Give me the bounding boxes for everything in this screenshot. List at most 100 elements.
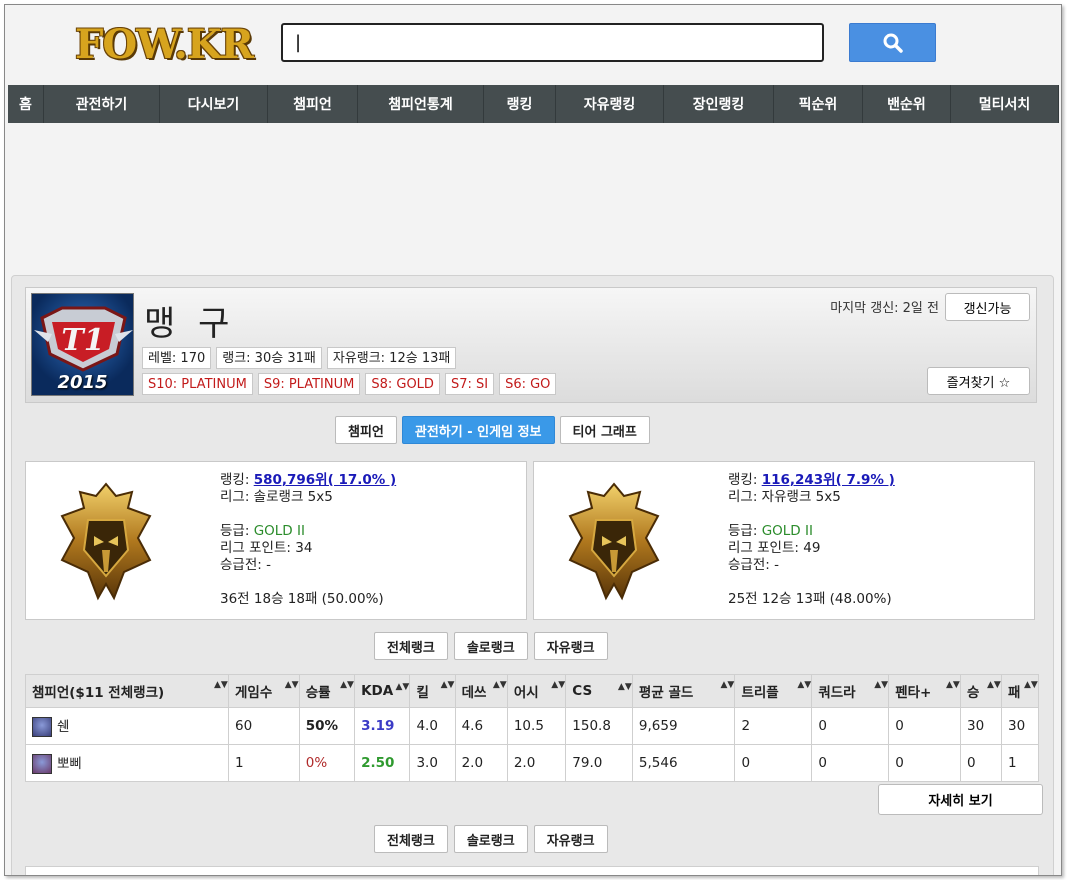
summoner-name: 맹 구: [144, 304, 236, 344]
champion-filter-row: 전체랭크 솔로랭크 자유랭크: [374, 632, 608, 660]
cell-winrate: 0%: [298, 744, 356, 782]
column-header[interactable]: 트리플 ▲▼: [734, 674, 813, 708]
cell-losses: 30: [1000, 707, 1040, 745]
sort-arrows-icon: ▲▼: [492, 680, 507, 690]
tab-tier-graph[interactable]: 티어 그래프: [559, 416, 650, 444]
cell-deaths: 2.0: [454, 744, 508, 782]
solo-tier-label: 등급:: [220, 523, 254, 539]
column-header-label: 트리플: [741, 685, 779, 701]
table-row[interactable]: 뽀삐 1 0% 2.50 3.0 2.0 2.0 79.0 5,546 0 0 0 0 1: [25, 744, 1040, 782]
nav-item[interactable]: 픽순위: [774, 85, 863, 123]
favorite-button[interactable]: 즐겨찾기 ☆: [927, 367, 1030, 395]
nav-item[interactable]: 장인랭킹: [664, 85, 774, 123]
lower-filter-flex-rank-button[interactable]: 자유랭크: [533, 825, 608, 853]
main-nav: 홈 관전하기 다시보기 챔피언 챔피언통계 랭킹 자유랭킹 장인랭킹 픽순위 밴순위 멀티서치: [8, 85, 1059, 123]
sort-arrows-icon: ▲▼: [986, 680, 1001, 690]
solo-ranking-label: 랭킹:: [220, 472, 254, 488]
ad-space: [5, 123, 1061, 275]
summoner-container: T1 2015 맹 구 레벨: 170 랭크: 30승 31패 자유랭크: 12…: [11, 275, 1054, 875]
season-tier-chip: S7: SI: [444, 373, 495, 395]
column-header[interactable]: 게임수 ▲▼: [228, 674, 300, 708]
column-header[interactable]: CS ▲▼: [565, 674, 633, 708]
lower-filter-solo-rank-button[interactable]: 솔로랭크: [453, 825, 528, 853]
site-logo[interactable]: FOW.KR: [75, 21, 254, 68]
refresh-button[interactable]: 갱신가능: [945, 293, 1030, 321]
season-tier-chip: S10: PLATINUM: [142, 373, 253, 395]
cell-assists: 10.5: [506, 707, 567, 745]
column-header[interactable]: 평균 골드 ▲▼: [631, 674, 736, 708]
site-header: FOW.KR: [5, 5, 1061, 85]
column-header-label: 킬: [416, 685, 429, 701]
gold-tier-emblem-icon: [568, 482, 660, 601]
cell-triple: 0: [734, 744, 813, 782]
column-header[interactable]: 쿼드라 ▲▼: [811, 674, 890, 708]
nav-item[interactable]: 관전하기: [44, 85, 160, 123]
sort-arrows-icon: ▲▼: [395, 682, 410, 692]
cell-champion: 뽀삐: [25, 744, 229, 782]
flex-promo: 승급전: -: [728, 557, 779, 573]
nav-item[interactable]: 챔피언통계: [358, 85, 484, 123]
cell-kda: 2.50: [354, 744, 411, 782]
tab-ingame-info[interactable]: 관전하기 - 인게임 정보: [401, 416, 555, 444]
cell-champion: 쉔: [25, 707, 229, 745]
browser-frame: FOW.KR 홈관전하기다시보기챔피언챔피언통계랭킹자유랭킹장인랭킹픽순위밴순위…: [4, 4, 1062, 876]
filter-flex-rank-button[interactable]: 자유랭크: [533, 632, 608, 660]
champion-name[interactable]: 쉔: [57, 719, 69, 735]
solo-promo: 승급전: -: [220, 557, 271, 573]
lower-filter-row: 전체랭크 솔로랭크 자유랭크: [374, 825, 608, 853]
profile-icon-year: 2015: [57, 372, 108, 393]
flex-rank-info: 랭킹: 116,243위( 7.9% ) 리그: 자유랭크 5x5 등급: GO…: [728, 472, 895, 608]
cell-quadra: 0: [811, 707, 890, 745]
filter-solo-rank-button[interactable]: 솔로랭크: [453, 632, 528, 660]
solo-ranking-link[interactable]: 580,796위( 17.0% ): [254, 472, 396, 488]
cell-penta: 0: [888, 744, 961, 782]
search-button[interactable]: [849, 23, 936, 62]
table-row[interactable]: 쉔 60 50% 3.19 4.0 4.6 10.5 150.8 9,659 2 0 0 30 30: [25, 707, 1040, 745]
column-header[interactable]: 킬 ▲▼: [409, 674, 456, 708]
column-header[interactable]: 승 ▲▼: [959, 674, 1002, 708]
flex-tier-label: 등급:: [728, 523, 762, 539]
nav-item[interactable]: 멀티서치: [951, 85, 1059, 123]
nav-item[interactable]: 다시보기: [160, 85, 268, 123]
tab-champion[interactable]: 챔피언: [335, 416, 397, 444]
champion-portrait-icon[interactable]: [32, 717, 52, 737]
view-details-button[interactable]: 자세히 보기: [878, 784, 1043, 815]
filter-all-rank-button[interactable]: 전체랭크: [374, 632, 448, 660]
rank-record-chip: 랭크: 30승 31패: [216, 347, 322, 369]
flex-ranking-link[interactable]: 116,243위( 7.9% ): [762, 472, 895, 488]
column-header-label: 게임수: [235, 685, 273, 701]
nav-item[interactable]: 챔피언: [268, 85, 358, 123]
flex-tier-value: GOLD II: [761, 523, 813, 539]
flex-record-chip: 자유랭크: 12승 13패: [326, 347, 457, 369]
column-header[interactable]: 데쓰 ▲▼: [454, 674, 508, 708]
champion-portrait-icon[interactable]: [32, 754, 52, 774]
cell-games: 1: [228, 744, 300, 782]
lower-filter-all-rank-button[interactable]: 전체랭크: [374, 825, 448, 853]
search-input[interactable]: [281, 23, 824, 62]
stat-chips: 레벨: 170 랭크: 30승 31패 자유랭크: 12승 13패: [142, 347, 457, 369]
solo-rank-info: 랭킹: 580,796위( 17.0% ) 리그: 솔로랭크 5x5 등급: G…: [220, 472, 396, 608]
column-header[interactable]: 승률 ▲▼: [298, 674, 356, 708]
column-header[interactable]: 펜타+ ▲▼: [888, 674, 961, 708]
column-header[interactable]: KDA ▲▼: [354, 674, 411, 708]
level-chip: 레벨: 170: [142, 347, 212, 369]
season-tier-chip: S9: PLATINUM: [257, 373, 361, 395]
column-header[interactable]: 챔피언($11 전체랭크) ▲▼: [25, 674, 229, 708]
cell-assists: 2.0: [506, 744, 567, 782]
nav-item[interactable]: 랭킹: [484, 85, 556, 123]
column-header[interactable]: 패 ▲▼: [1000, 674, 1040, 708]
nav-item[interactable]: 밴순위: [863, 85, 951, 123]
next-table-header: [25, 866, 1039, 875]
champion-name[interactable]: 뽀삐: [57, 756, 82, 772]
nav-item[interactable]: 홈: [8, 85, 44, 123]
column-header[interactable]: 어시 ▲▼: [506, 674, 567, 708]
cell-deaths: 4.6: [454, 707, 508, 745]
last-update-text: 마지막 갱신: 2일 전: [830, 301, 939, 316]
nav-item[interactable]: 자유랭킹: [556, 85, 664, 123]
season-tier-chip: S6: GO: [499, 373, 557, 395]
cell-wins: 0: [959, 744, 1002, 782]
sort-arrows-icon: ▲▼: [945, 680, 960, 690]
column-header-label: 평균 골드: [638, 685, 694, 701]
svg-text:T1: T1: [61, 323, 104, 358]
column-header-label: 챔피언($11 전체랭크): [32, 685, 165, 701]
